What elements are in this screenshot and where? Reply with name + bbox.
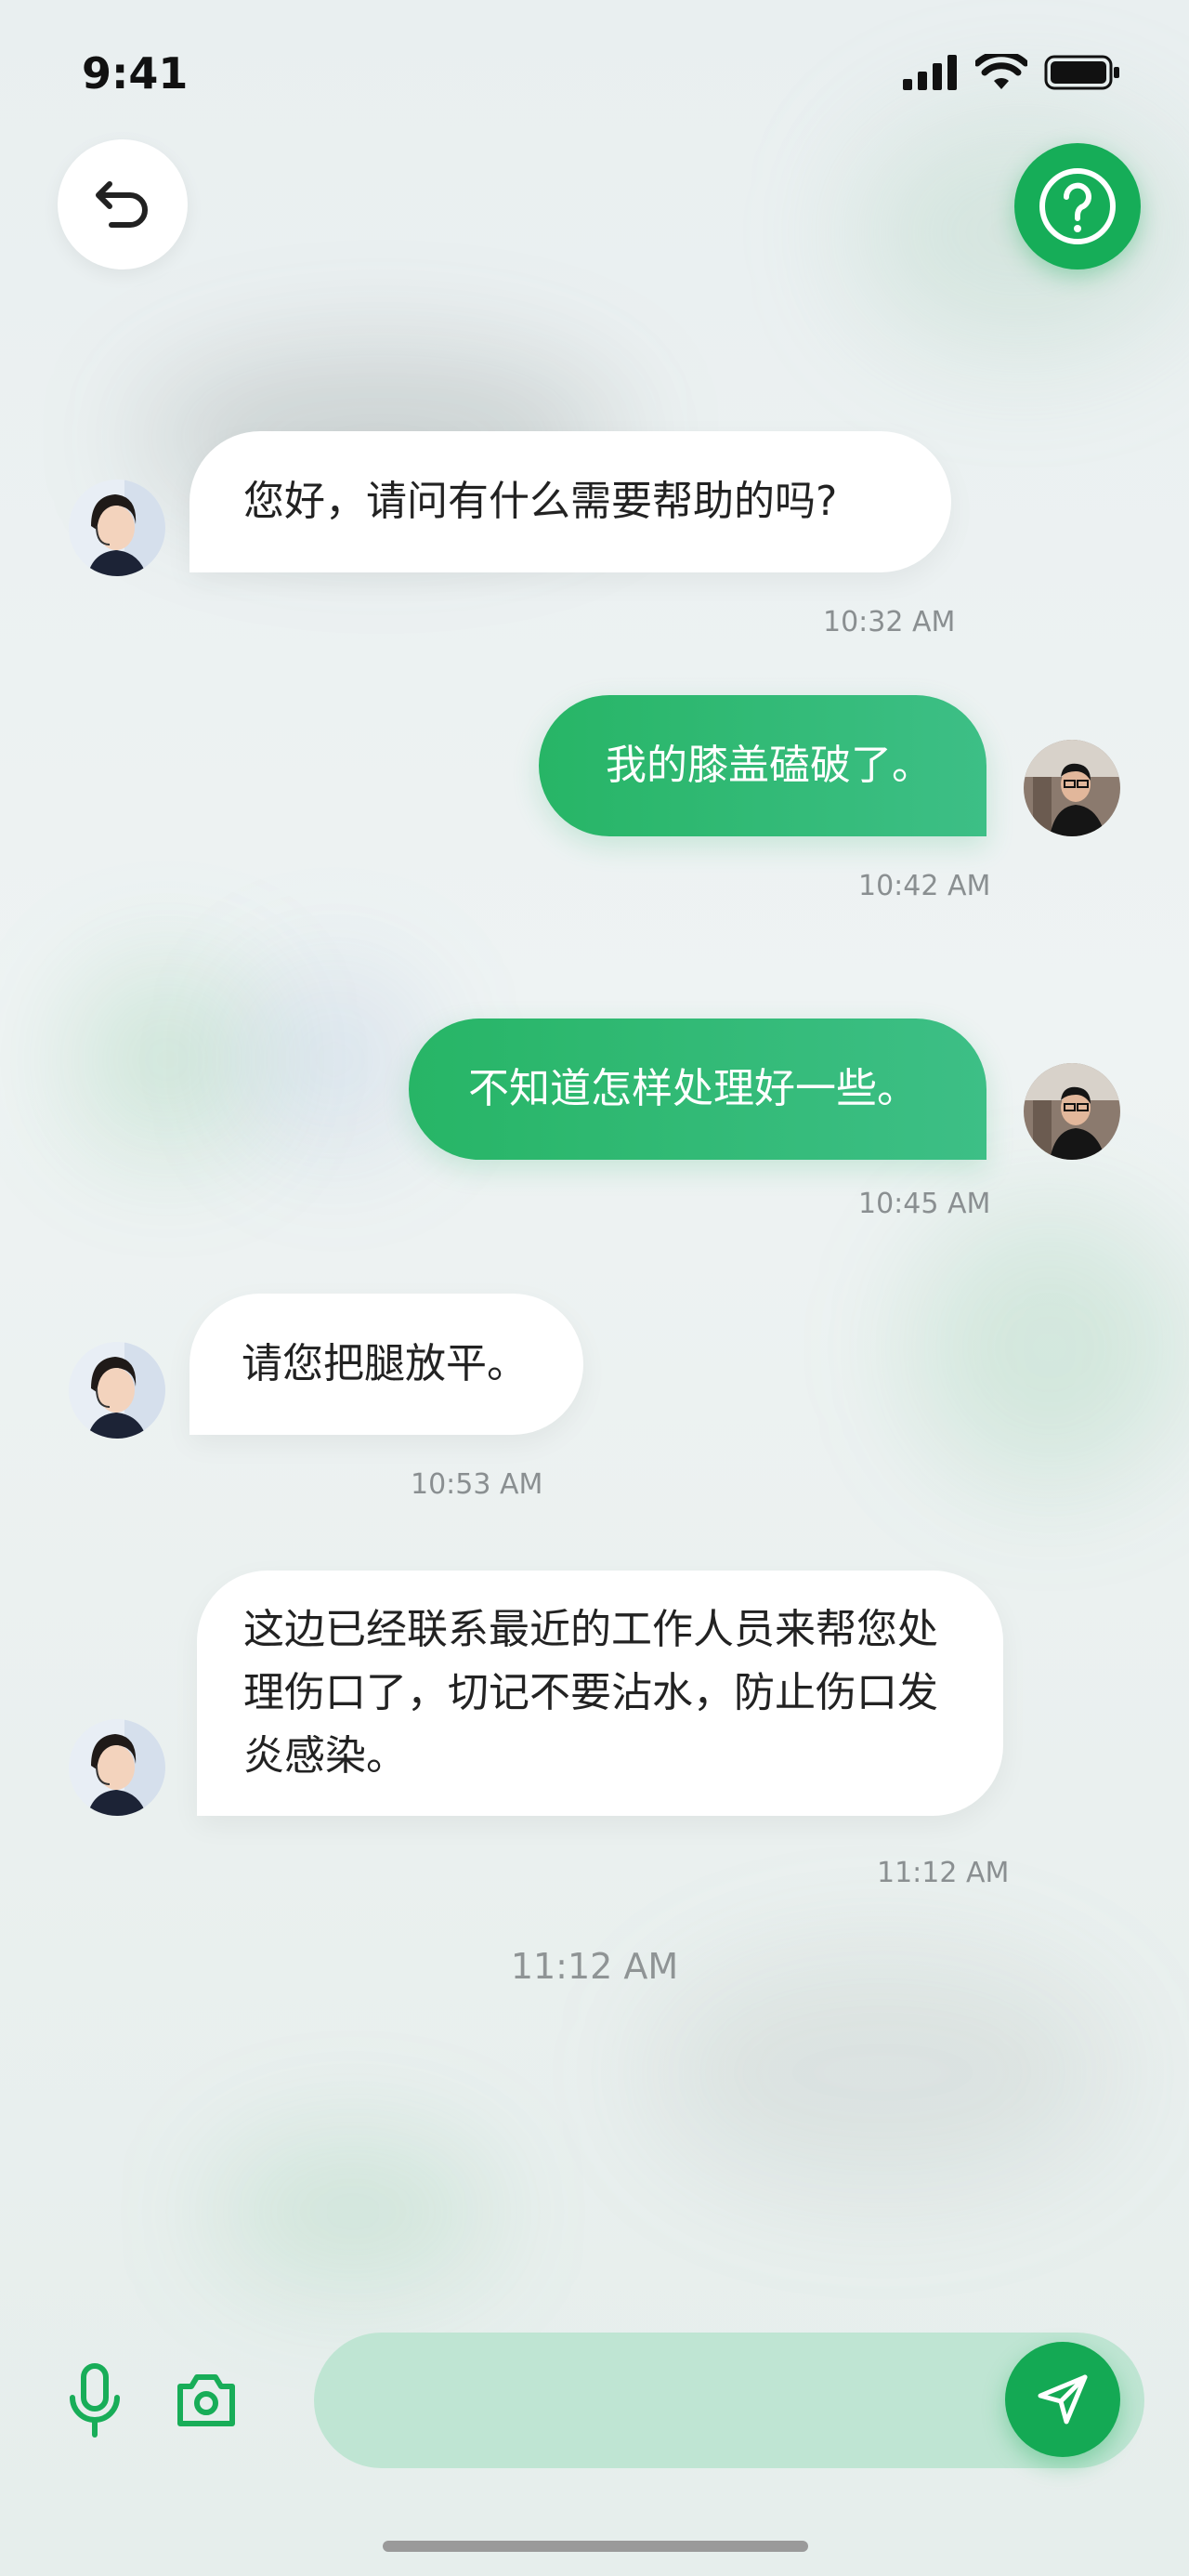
message-text: 请您把腿放平。 (242, 1340, 528, 1387)
message-bubble-user: 我的膝盖磕破了。 (539, 695, 986, 836)
agent-avatar (69, 1719, 165, 1816)
camera-icon (177, 2374, 235, 2426)
message-text: 不知道怎样处理好一些。 (468, 1065, 918, 1112)
status-icons (903, 54, 1122, 91)
undo-arrow-icon (96, 181, 148, 228)
message-time: 10:45 AM (858, 1188, 991, 1220)
microphone-icon (70, 2363, 120, 2438)
user-avatar (1024, 1063, 1120, 1160)
battery-icon (1044, 55, 1119, 90)
signal-icon (903, 55, 957, 90)
send-button[interactable] (1005, 2342, 1120, 2457)
back-button[interactable] (58, 139, 188, 269)
message-time: 10:32 AM (823, 606, 956, 638)
conversation-time: 11:12 AM (510, 1946, 679, 1987)
mic-button[interactable] (61, 2362, 128, 2440)
wifi-icon (975, 54, 1027, 89)
message-time: 11:12 AM (877, 1857, 1010, 1889)
message-time: 10:42 AM (858, 870, 991, 902)
agent-avatar (69, 1342, 165, 1439)
message-bubble-agent: 您好，请问有什么需要帮助的吗? (189, 431, 951, 572)
status-time: 9:41 (82, 48, 189, 99)
home-indicator (383, 2541, 808, 2552)
agent-avatar (69, 480, 165, 576)
message-bubble-agent: 请您把腿放平。 (189, 1294, 583, 1435)
message-bubble-user: 不知道怎样处理好一些。 (409, 1019, 986, 1160)
status-bar: 9:41 (0, 0, 1189, 139)
help-button[interactable] (1014, 143, 1141, 269)
question-circle-icon (1039, 168, 1116, 244)
user-avatar (1024, 740, 1120, 836)
camera-button[interactable] (173, 2368, 240, 2431)
message-text: 您好，请问有什么需要帮助的吗? (243, 478, 838, 525)
message-text: 我的膝盖磕破了。 (606, 742, 933, 789)
message-bubble-agent: 这边已经联系最近的工作人员来帮您处理伤口了，切记不要沾水，防止伤口发炎感染。 (197, 1571, 1003, 1816)
send-icon (1038, 2374, 1088, 2425)
message-time: 10:53 AM (411, 1468, 543, 1501)
message-text: 这边已经联系最近的工作人员来帮您处理伤口了，切记不要沾水，防止伤口发炎感染。 (243, 1606, 938, 1780)
